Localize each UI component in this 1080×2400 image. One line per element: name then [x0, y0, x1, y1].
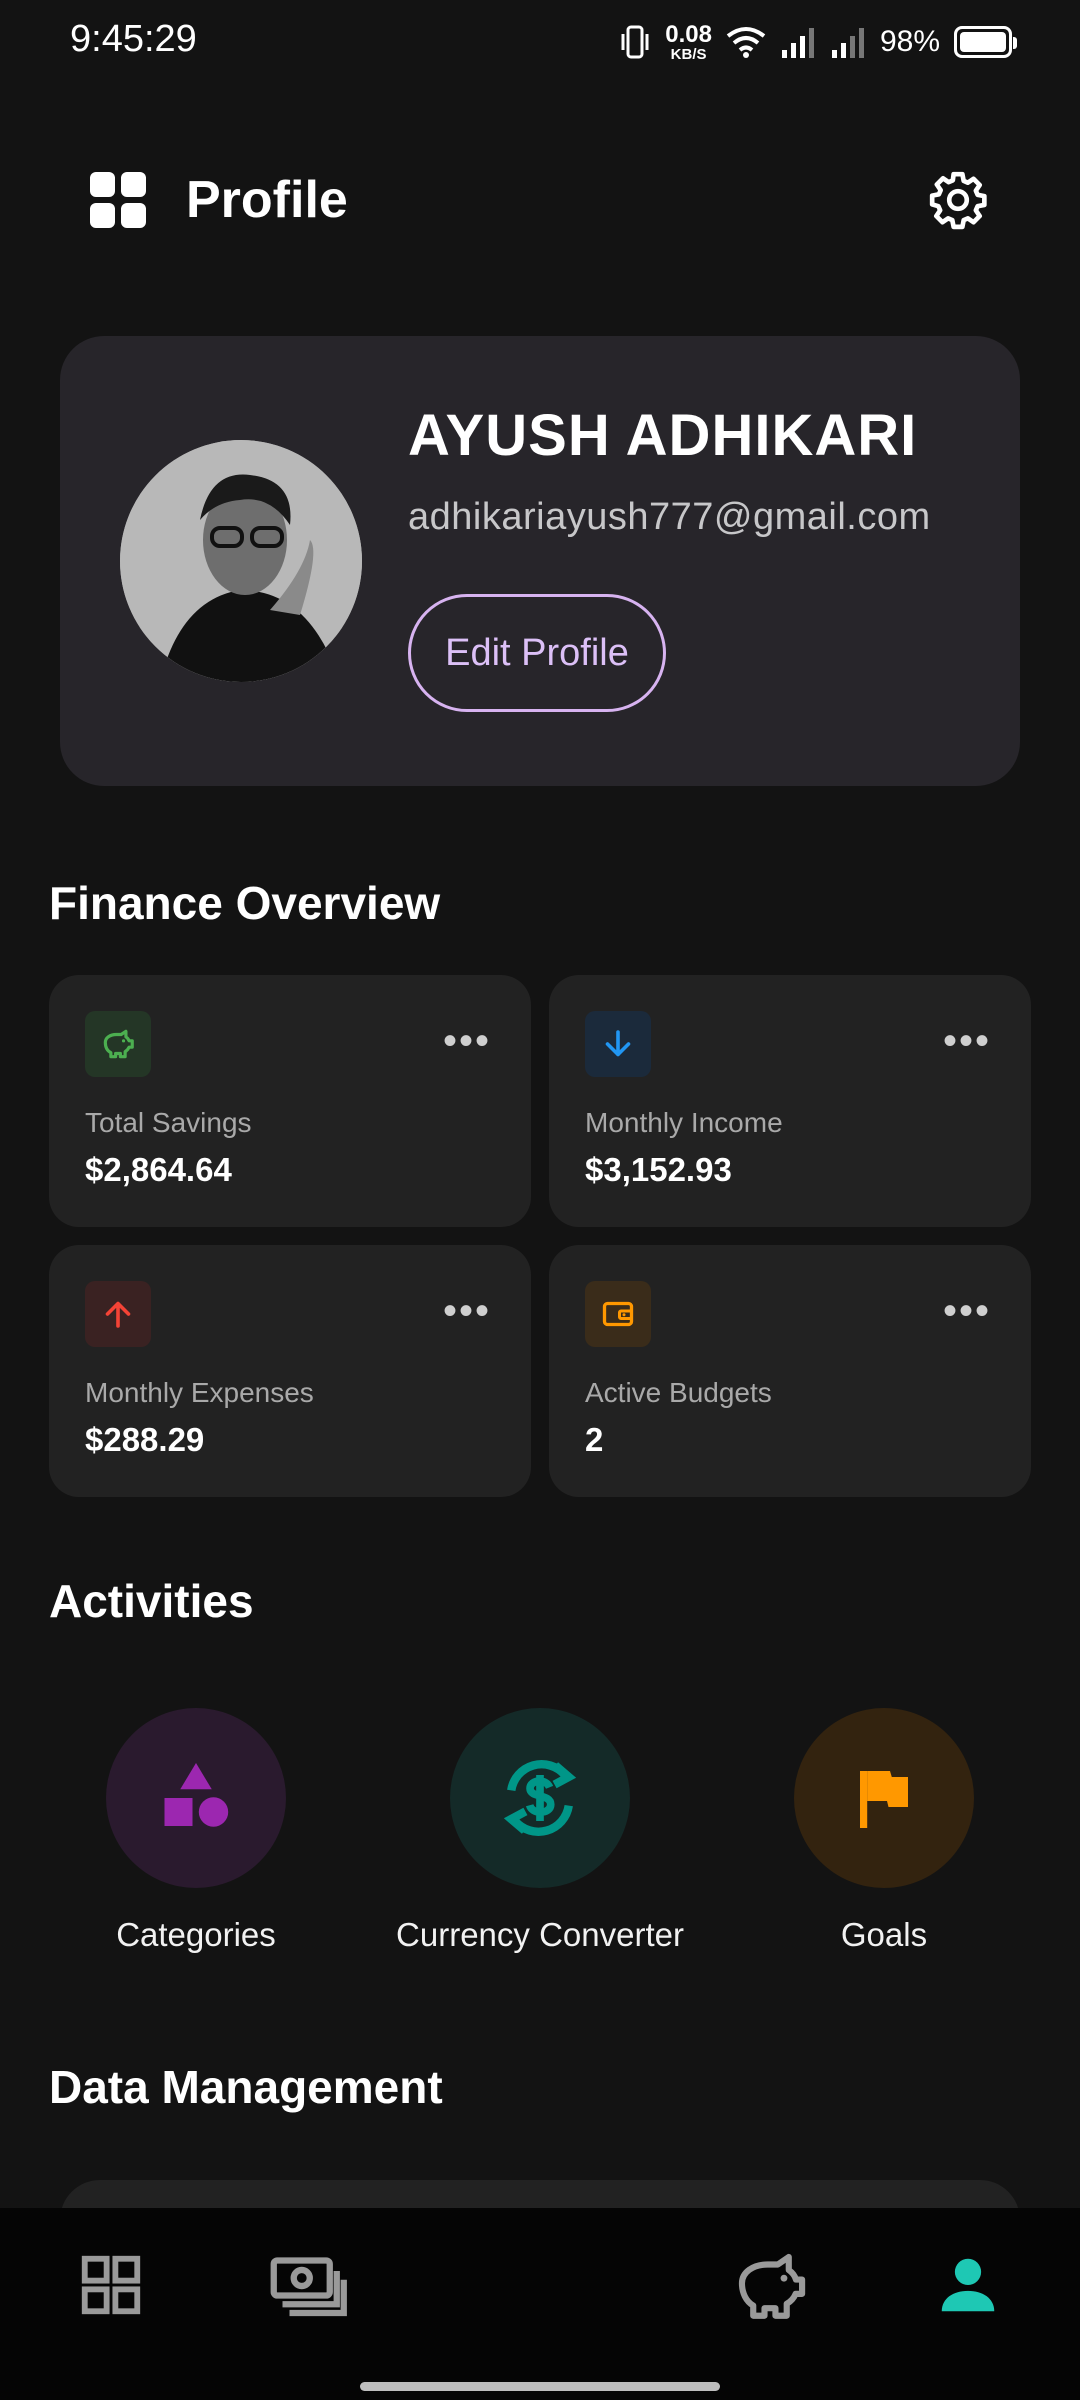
fin-label: Monthly Income	[585, 1107, 783, 1138]
shapes-icon	[106, 1708, 286, 1888]
net-speed: 0.08 KB/S	[665, 20, 712, 63]
more-options-icon[interactable]: •••	[443, 1021, 491, 1061]
active-budgets-card[interactable]: ••• Active Budgets 2	[549, 1245, 1031, 1497]
signal-icon-2	[831, 28, 864, 58]
profile-icon	[941, 2258, 995, 2312]
currency-exchange-icon	[450, 1708, 630, 1888]
profile-name: AYUSH ADHIKARI	[408, 403, 918, 468]
total-savings-card[interactable]: ••• Total Savings $2,864.64	[49, 975, 531, 1227]
data-management-title: Data Management	[49, 2061, 443, 2113]
nav-dashboard[interactable]	[56, 2230, 166, 2340]
finance-overview-title: Finance Overview	[49, 877, 441, 929]
nav-transactions[interactable]	[252, 2230, 362, 2340]
gear-icon	[929, 171, 987, 230]
battery-percent: 98%	[879, 25, 940, 58]
fin-value: $288.29	[85, 1421, 205, 1458]
activity-label: Categories	[116, 1916, 276, 1953]
fin-label: Active Budgets	[585, 1377, 772, 1408]
avatar	[120, 440, 362, 682]
bottom-nav	[0, 2208, 1080, 2400]
more-options-icon[interactable]: •••	[443, 1291, 491, 1331]
transactions-icon	[270, 2257, 347, 2317]
nav-savings[interactable]	[716, 2230, 826, 2340]
arrow-down-icon	[585, 1011, 651, 1077]
vibrate-icon	[621, 25, 649, 59]
fin-value: $2,864.64	[85, 1151, 232, 1188]
arrow-up-icon	[85, 1281, 151, 1347]
fin-value: $3,152.93	[585, 1151, 732, 1188]
piggy-bank-icon	[85, 1011, 151, 1077]
app-header: Profile	[90, 160, 990, 240]
dashboard-icon	[81, 2255, 141, 2315]
wifi-icon	[726, 27, 766, 58]
fin-value: 2	[585, 1421, 604, 1458]
activities-title: Activities	[49, 1575, 254, 1627]
fin-label: Monthly Expenses	[85, 1377, 314, 1408]
signal-icon	[781, 28, 814, 58]
activity-currency-converter[interactable]: Currency Converter	[380, 1708, 700, 1954]
more-options-icon[interactable]: •••	[943, 1021, 991, 1061]
status-time: 9:45:29	[70, 18, 197, 60]
grid-icon[interactable]	[90, 172, 146, 228]
fin-label: Total Savings	[85, 1107, 252, 1138]
wallet-icon	[585, 1281, 651, 1347]
home-indicator	[360, 2382, 720, 2391]
settings-button[interactable]	[926, 168, 990, 232]
activity-label: Currency Converter	[396, 1916, 684, 1953]
profile-email: adhikariayush777@gmail.com	[408, 496, 931, 538]
monthly-income-card[interactable]: ••• Monthly Income $3,152.93	[549, 975, 1031, 1227]
activity-categories[interactable]: Categories	[36, 1708, 356, 1954]
status-icons: 0.08 KB/S 98%	[619, 18, 1017, 66]
activity-label: Goals	[840, 1916, 928, 1953]
page-title: Profile	[186, 171, 348, 229]
battery-icon	[954, 26, 1017, 58]
profile-card: AYUSH ADHIKARI adhikariayush777@gmail.co…	[60, 336, 1020, 786]
edit-profile-button[interactable]: Edit Profile	[408, 594, 666, 712]
more-options-icon[interactable]: •••	[943, 1291, 991, 1331]
flag-icon	[794, 1708, 974, 1888]
activity-goals[interactable]: Goals	[724, 1708, 1044, 1954]
savings-icon	[738, 2253, 806, 2319]
monthly-expenses-card[interactable]: ••• Monthly Expenses $288.29	[49, 1245, 531, 1497]
nav-profile[interactable]	[913, 2230, 1023, 2340]
status-bar: 9:45:29 0.08 KB/S 98%	[0, 0, 1080, 80]
